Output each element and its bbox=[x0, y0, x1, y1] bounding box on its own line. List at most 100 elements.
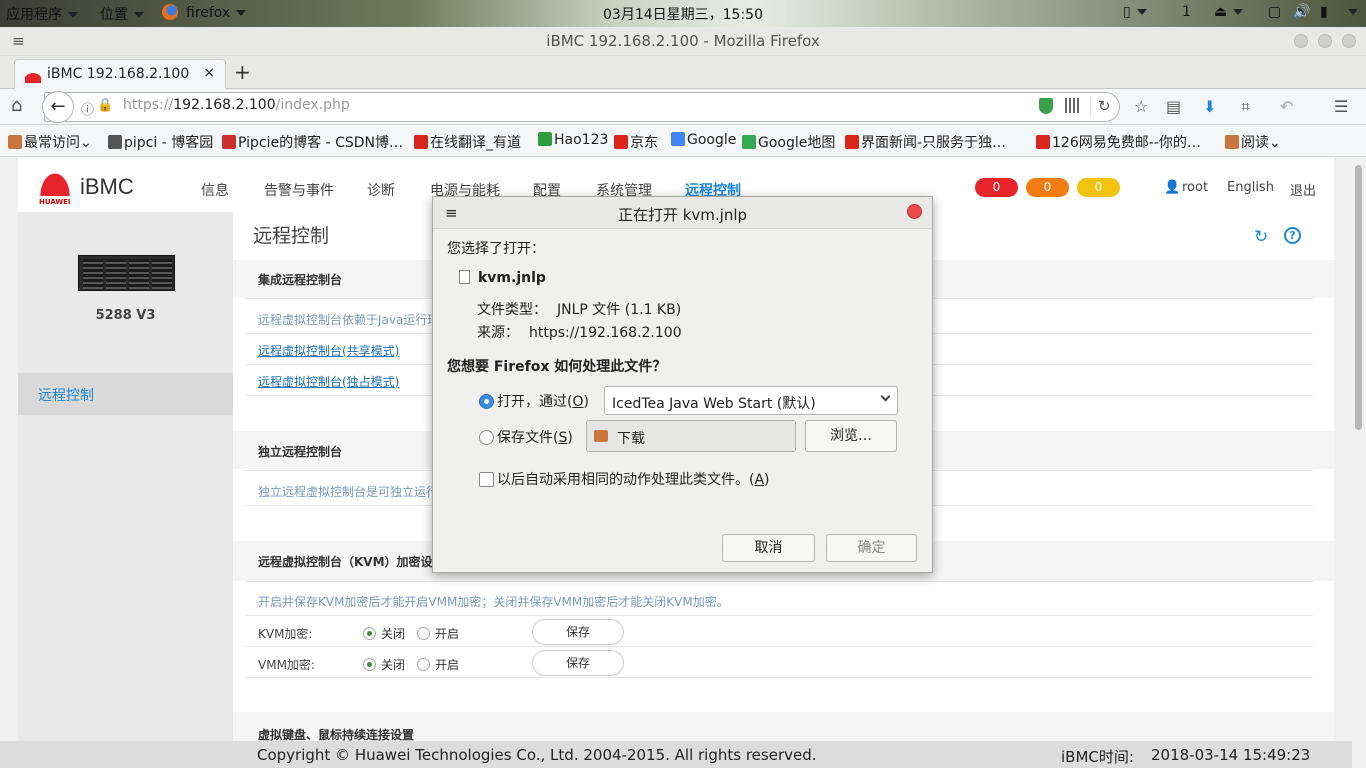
folder-icon bbox=[1225, 135, 1239, 149]
file-name-text: kvm.jnlp bbox=[478, 270, 546, 286]
bookmark-reading[interactable]: 阅读⌄ bbox=[1225, 132, 1281, 152]
active-app-menu[interactable]: firefox bbox=[162, 4, 247, 21]
file-type-value: JNLP 文件 (1.1 KB) bbox=[557, 302, 682, 318]
close-window-button[interactable] bbox=[1342, 34, 1356, 48]
open-with-radio[interactable]: 打开，通过(O) bbox=[479, 391, 589, 411]
user-name[interactable]: root bbox=[1182, 180, 1208, 195]
back-button[interactable]: ← bbox=[42, 91, 74, 123]
menu-info[interactable]: 信息 bbox=[201, 180, 229, 200]
huawei-favicon-icon bbox=[25, 67, 41, 83]
remember-label: 以后自动采用相同的动作处理此类文件。( bbox=[497, 472, 755, 488]
open-with-label: 打开，通过( bbox=[497, 394, 573, 410]
places-menu[interactable]: 位置 bbox=[100, 4, 144, 24]
lock-warning-icon[interactable]: 🔒 bbox=[97, 98, 113, 113]
undo-icon[interactable]: ↶ bbox=[1280, 97, 1293, 116]
remember-checkbox[interactable]: 以后自动采用相同的动作处理此类文件。(A) bbox=[479, 469, 770, 489]
bookmark-csdn[interactable]: Pipcie的博客 - CSDN博… bbox=[222, 132, 403, 152]
bookmark-most-visited[interactable]: 最常访问⌄ bbox=[8, 132, 92, 152]
alarm-critical-badge[interactable]: 0 bbox=[975, 178, 1018, 197]
ok-button[interactable]: 确定 bbox=[826, 534, 917, 562]
radio-checked bbox=[479, 394, 494, 409]
radio-checked bbox=[363, 658, 376, 671]
chevron-down-icon bbox=[134, 12, 144, 18]
reload-icon[interactable]: ↻ bbox=[1098, 97, 1111, 115]
close-tab-icon[interactable]: × bbox=[203, 65, 215, 81]
menu-icon[interactable]: ☰ bbox=[1334, 97, 1348, 116]
shield-icon[interactable] bbox=[1039, 98, 1053, 114]
vmm-radio-on[interactable]: 开启 bbox=[417, 656, 459, 673]
download-folder-value: 下载 bbox=[617, 431, 645, 447]
scrollbar-thumb[interactable] bbox=[1355, 165, 1362, 430]
bookmark-hao123[interactable]: Hao123 bbox=[538, 132, 608, 148]
workspace-indicator[interactable]: 1 bbox=[1182, 4, 1191, 20]
refresh-icon[interactable]: ↻ bbox=[1254, 227, 1268, 247]
firefox-icon bbox=[162, 4, 178, 20]
screenshot-icon[interactable]: ⌗ bbox=[1241, 97, 1250, 117]
help-icon[interactable]: ? bbox=[1284, 227, 1301, 244]
minimize-button[interactable] bbox=[1294, 34, 1308, 48]
bookmark-youdao[interactable]: 在线翻译_有道 bbox=[414, 132, 521, 152]
menu-diagnosis[interactable]: 诊断 bbox=[367, 180, 395, 200]
maximize-button[interactable] bbox=[1318, 34, 1332, 48]
download-folder-field[interactable]: 下载 bbox=[586, 420, 796, 452]
sidebar-item-remote-control[interactable]: 远程控制 bbox=[18, 373, 233, 415]
server-image bbox=[78, 255, 175, 291]
clipboard-icon[interactable]: ▯ bbox=[1123, 4, 1147, 20]
jiemian-icon bbox=[845, 135, 859, 149]
radio-label: 开启 bbox=[435, 627, 460, 641]
remember-key: A bbox=[754, 472, 765, 488]
tab-ibmc[interactable]: iBMC 192.168.2.100 × bbox=[14, 59, 226, 90]
kvm-save-button[interactable]: 保存 bbox=[532, 619, 624, 645]
bookmark-google-maps[interactable]: Google地图 bbox=[742, 132, 835, 152]
new-tab-button[interactable]: + bbox=[234, 60, 251, 84]
bookmark-jiemian[interactable]: 界面新闻-只服务于独… bbox=[845, 132, 1006, 152]
cancel-button[interactable]: 取消 bbox=[722, 534, 815, 562]
active-app-label: firefox bbox=[186, 5, 231, 21]
save-file-key: S bbox=[558, 430, 568, 446]
bookmark-jd[interactable]: 京东 bbox=[614, 132, 658, 152]
kvm-radio-on[interactable]: 开启 bbox=[417, 625, 459, 642]
volume-icon[interactable]: 🔊 bbox=[1293, 4, 1310, 20]
alarm-minor-badge[interactable]: 0 bbox=[1077, 178, 1120, 197]
dialog-close-button[interactable] bbox=[907, 204, 922, 219]
application-select-value: IcedTea Java Web Start (默认) bbox=[612, 396, 816, 412]
bookmark-label: 京东 bbox=[630, 135, 658, 151]
application-select[interactable]: IcedTea Java Web Start (默认) bbox=[604, 386, 898, 415]
link-console-shared[interactable]: 远程虚拟控制台(共享模式) bbox=[258, 342, 399, 359]
link-console-exclusive[interactable]: 远程虚拟控制台(独占模式) bbox=[258, 373, 399, 390]
bookmark-126[interactable]: 126网易免费邮--你的… bbox=[1036, 132, 1201, 152]
kvm-encrypt-label: KVM加密: bbox=[258, 627, 313, 641]
bookmark-label: Hao123 bbox=[554, 132, 609, 148]
save-file-radio[interactable]: 保存文件(S) bbox=[479, 427, 573, 447]
kvm-radio-off[interactable]: 关闭 bbox=[363, 625, 405, 642]
footer-time: 2018-03-14 15:49:23 bbox=[1151, 746, 1311, 764]
logout-link[interactable]: 退出 bbox=[1290, 180, 1316, 199]
window-icon[interactable]: ▢ bbox=[1268, 4, 1281, 20]
vmm-radio-off[interactable]: 关闭 bbox=[363, 656, 405, 673]
radio-checked bbox=[363, 627, 376, 640]
system-menu[interactable] bbox=[1342, 4, 1358, 20]
eject-icon[interactable]: ⏏ bbox=[1214, 4, 1244, 20]
library-icon[interactable]: ▤ bbox=[1166, 97, 1181, 116]
menu-alarms[interactable]: 告警与事件 bbox=[264, 180, 334, 200]
qr-code-icon[interactable] bbox=[1065, 98, 1080, 113]
alarm-major-badge[interactable]: 0 bbox=[1026, 178, 1069, 197]
bookmark-google[interactable]: Google bbox=[671, 132, 736, 148]
battery-icon[interactable]: ▮ bbox=[1320, 4, 1328, 20]
applications-menu[interactable]: 应用程序 bbox=[6, 4, 78, 24]
vmm-save-button[interactable]: 保存 bbox=[532, 650, 624, 676]
browse-button[interactable]: 浏览… bbox=[805, 420, 897, 452]
vertical-scrollbar[interactable] bbox=[1352, 157, 1366, 768]
divider bbox=[245, 677, 1313, 678]
window-title: iBMC 192.168.2.100 - Mozilla Firefox bbox=[546, 32, 820, 50]
bookmark-pipci[interactable]: pipci - 博客园 bbox=[108, 132, 213, 152]
bookmark-star-icon[interactable]: ☆ bbox=[1134, 97, 1148, 116]
info-icon[interactable]: ⓘ bbox=[81, 99, 94, 118]
language-switch[interactable]: English bbox=[1227, 180, 1274, 195]
home-icon[interactable]: ⌂ bbox=[11, 95, 22, 116]
url-text[interactable]: https://192.168.2.100/index.php bbox=[123, 97, 350, 113]
download-icon[interactable]: ⬇ bbox=[1203, 97, 1216, 116]
chevron-down-icon bbox=[880, 391, 891, 402]
server-model: 5288 V3 bbox=[95, 308, 156, 323]
clock[interactable]: 03月14日星期三，15:50 bbox=[603, 4, 763, 24]
